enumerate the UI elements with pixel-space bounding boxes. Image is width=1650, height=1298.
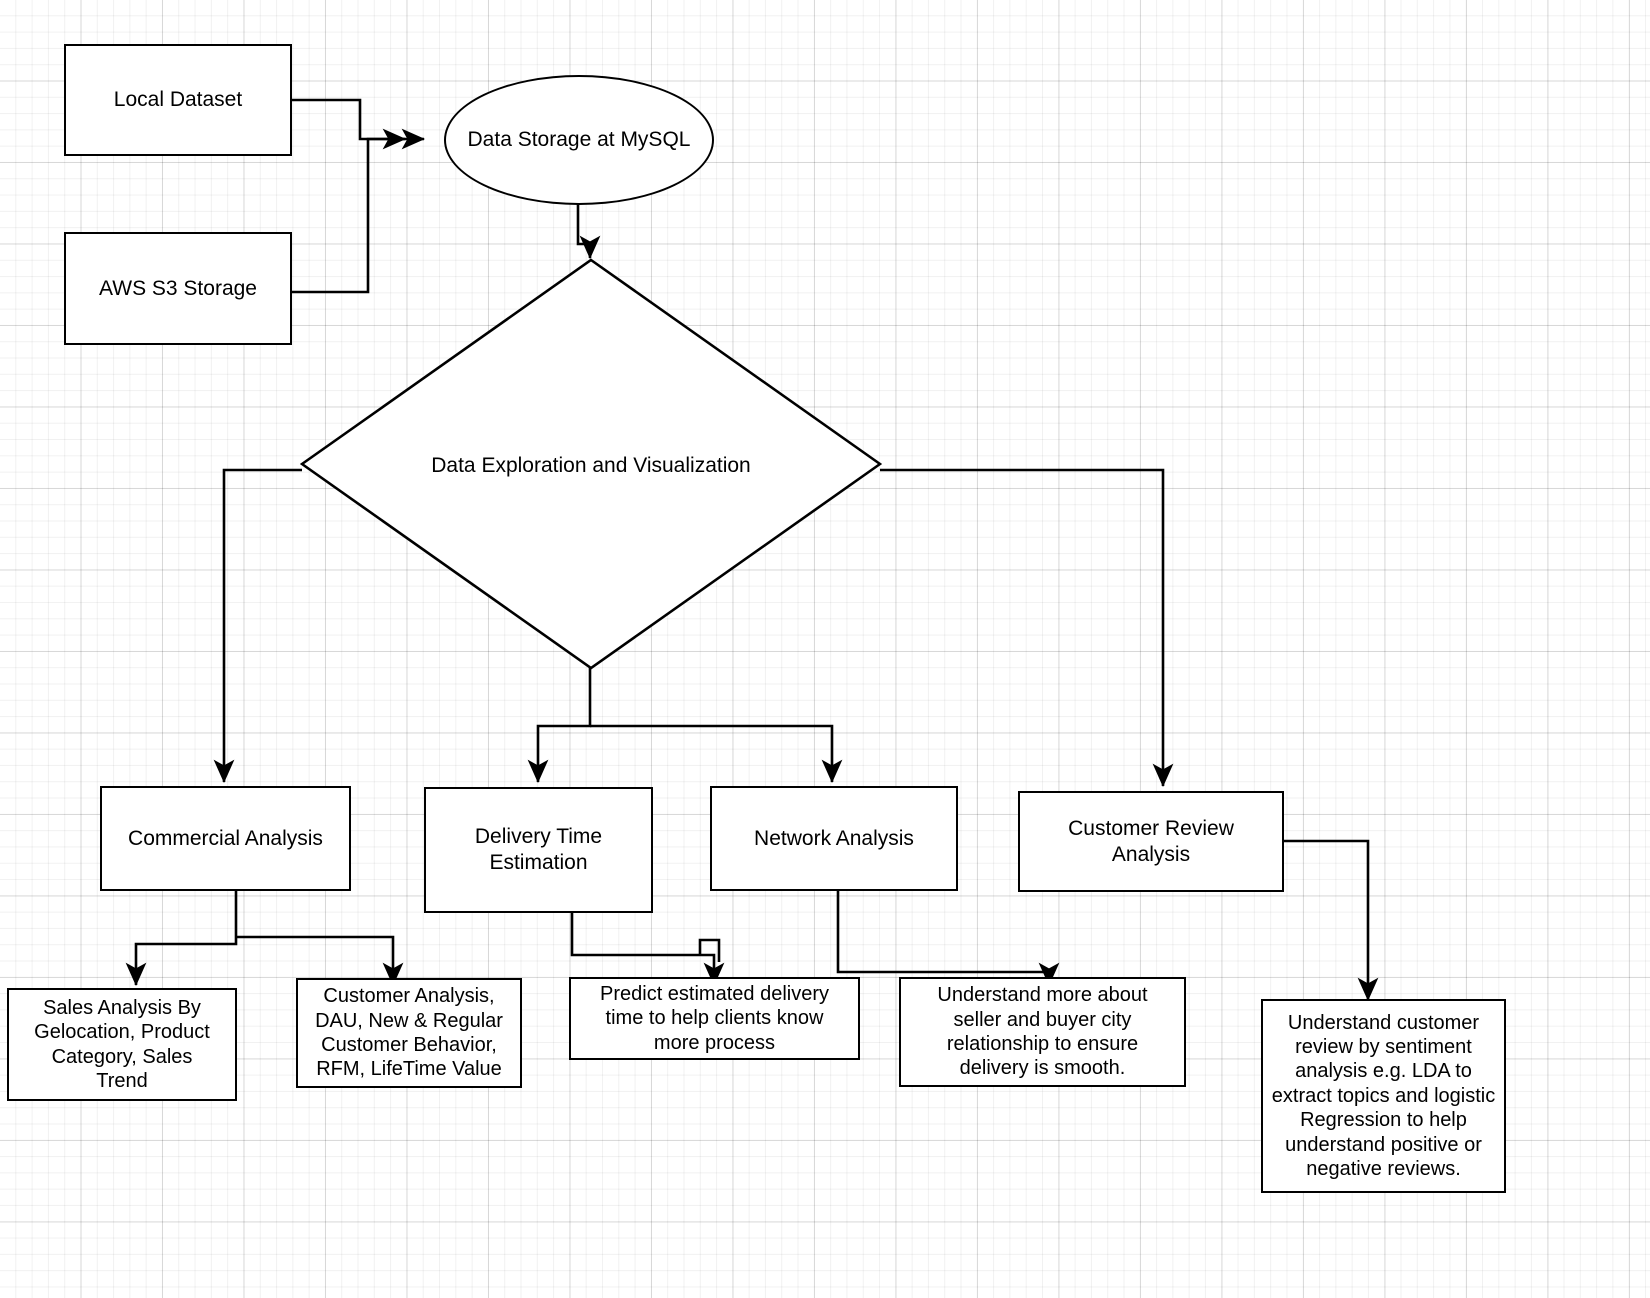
- edge-exploration-to-review: [880, 468, 1174, 788]
- edge-mysql-to-exploration: [576, 204, 601, 260]
- edge-delivery-to-predict-jog: [698, 938, 721, 962]
- node-aws-s3-storage[interactable]: AWS S3 Storage: [64, 232, 292, 345]
- node-sentiment-review[interactable]: Understand customer review by sentiment …: [1261, 999, 1506, 1193]
- node-data-exploration[interactable]: Data Exploration and Visualization: [300, 258, 882, 670]
- edge-network-to-seller-buyer: [836, 891, 1060, 987]
- node-delivery-time-estimation[interactable]: Delivery Time Estimation: [424, 787, 653, 913]
- edge-commercial-to-sales: [125, 891, 238, 987]
- edge-delivery-to-predict: [570, 913, 725, 987]
- node-local-dataset[interactable]: Local Dataset: [64, 44, 292, 156]
- edge-exploration-to-delivery: [527, 668, 592, 784]
- node-customer-analysis[interactable]: Customer Analysis, DAU, New & Regular Cu…: [296, 978, 522, 1088]
- node-commercial-analysis[interactable]: Commercial Analysis: [100, 786, 351, 891]
- node-network-analysis[interactable]: Network Analysis: [710, 786, 958, 891]
- edge-exploration-to-network: [590, 724, 843, 784]
- flowchart-canvas: Local Dataset AWS S3 Storage Data Storag…: [0, 0, 1650, 1298]
- node-predict-delivery[interactable]: Predict estimated delivery time to help …: [569, 977, 860, 1060]
- node-sales-analysis[interactable]: Sales Analysis By Gelocation, Product Ca…: [7, 988, 237, 1101]
- node-data-storage-mysql[interactable]: Data Storage at MySQL: [444, 75, 714, 205]
- edge-local-dataset-to-mysql: [292, 98, 407, 150]
- edge-review-to-sentiment: [1284, 839, 1379, 1002]
- node-seller-buyer-city[interactable]: Understand more about seller and buyer c…: [899, 977, 1186, 1087]
- node-customer-review-analysis[interactable]: Customer Review Analysis: [1018, 791, 1284, 892]
- node-data-exploration-label: Data Exploration and Visualization: [431, 454, 751, 477]
- edge-exploration-to-commercial: [213, 468, 302, 784]
